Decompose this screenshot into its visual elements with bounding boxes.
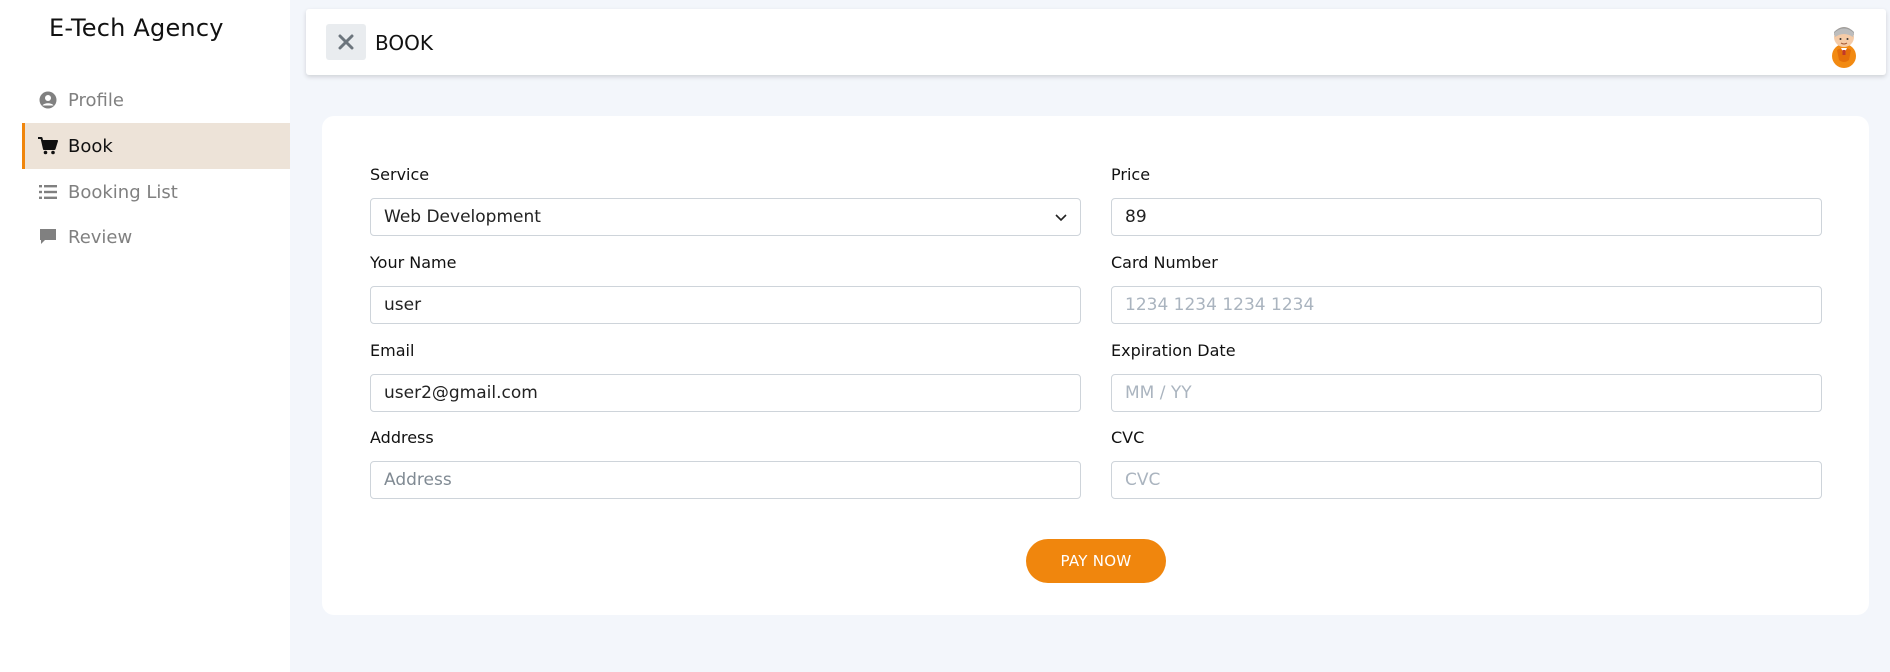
sidebar-item-label: Profile — [68, 89, 124, 111]
user-circle-icon — [38, 90, 58, 110]
service-select-value: Web Development — [384, 207, 541, 227]
sidebar-item-label: Review — [68, 226, 133, 248]
cvc-placeholder: CVC — [1125, 470, 1161, 490]
brand-logo-text: E-Tech Agency — [49, 14, 224, 42]
name-input-value: user — [384, 295, 422, 315]
sidebar-item-review[interactable]: Review — [22, 214, 290, 260]
price-label: Price — [1111, 165, 1151, 184]
email-field-value: user2@gmail.com — [384, 383, 538, 403]
sidebar-item-booking-list[interactable]: Booking List — [22, 169, 290, 215]
expiration-input[interactable]: MM / YY — [1111, 374, 1822, 412]
address-placeholder: Address — [384, 470, 452, 490]
price-input-value: 89 — [1125, 207, 1147, 227]
top-header: BOOK — [306, 9, 1886, 75]
expiration-label: Expiration Date — [1111, 341, 1236, 360]
sidebar-item-label: Book — [68, 135, 113, 157]
sidebar-item-book[interactable]: Book — [22, 123, 290, 169]
email-field[interactable]: user2@gmail.com — [370, 374, 1081, 412]
avatar[interactable] — [1829, 20, 1859, 68]
card-number-label: Card Number — [1111, 253, 1218, 272]
page-title: BOOK — [375, 31, 433, 55]
expiration-placeholder: MM / YY — [1125, 383, 1192, 403]
comment-icon — [38, 227, 58, 247]
close-icon — [338, 34, 354, 50]
address-input[interactable]: Address — [370, 461, 1081, 499]
card-number-placeholder: 1234 1234 1234 1234 — [1125, 295, 1315, 315]
service-select[interactable]: Web Development — [370, 198, 1081, 236]
sidebar: E-Tech Agency Profile Book Booking List … — [0, 0, 290, 672]
name-input[interactable]: user — [370, 286, 1081, 324]
list-icon — [38, 182, 58, 202]
service-label: Service — [370, 165, 430, 184]
chevron-down-icon — [1054, 209, 1068, 229]
email-label: Email — [370, 341, 415, 360]
card-number-input[interactable]: 1234 1234 1234 1234 — [1111, 286, 1822, 324]
booking-form-card: Service Web Development Your Name user E… — [322, 116, 1869, 615]
sidebar-item-profile[interactable]: Profile — [22, 77, 290, 123]
sidebar-item-label: Booking List — [68, 181, 178, 203]
cart-icon — [38, 136, 58, 156]
cvc-input[interactable]: CVC — [1111, 461, 1822, 499]
cvc-label: CVC — [1111, 428, 1145, 447]
price-input[interactable]: 89 — [1111, 198, 1822, 236]
pay-now-button[interactable]: PAY NOW — [1026, 539, 1166, 583]
address-label: Address — [370, 428, 434, 447]
name-label: Your Name — [370, 253, 457, 272]
close-button[interactable] — [326, 24, 366, 60]
